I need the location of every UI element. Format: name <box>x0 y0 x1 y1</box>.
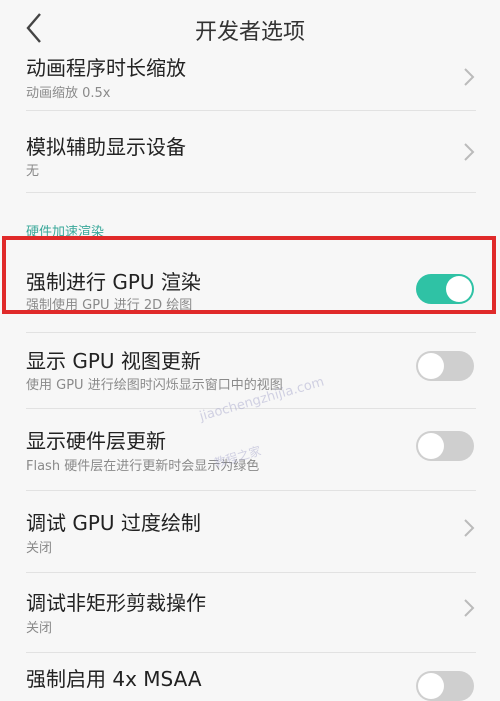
item-title: 显示 GPU 视图更新 <box>26 349 201 373</box>
toggle-switch[interactable] <box>416 351 474 381</box>
toggle-knob <box>418 673 444 699</box>
item-title: 动画程序时长缩放 <box>26 56 186 80</box>
item-subtitle: 关闭 <box>26 541 53 556</box>
chevron-right-icon <box>464 519 475 537</box>
item-subtitle: 使用 GPU 进行绘图时闪烁显示窗口中的视图 <box>26 378 283 393</box>
divider <box>26 192 476 193</box>
item-title: 强制启用 4x MSAA <box>26 667 202 691</box>
chevron-right-icon <box>464 599 475 617</box>
item-subtitle: 无 <box>26 164 40 179</box>
toggle-item-force-4x-msaa[interactable]: 强制启用 4x MSAA <box>0 653 500 701</box>
toggle-knob <box>418 353 444 379</box>
item-subtitle: 动画缩放 0.5x <box>26 86 111 101</box>
highlight-box <box>2 236 496 314</box>
item-title: 调试非矩形剪裁操作 <box>26 591 206 615</box>
toggle-switch[interactable] <box>416 671 474 701</box>
item-title: 调试 GPU 过度绘制 <box>26 511 201 535</box>
toggle-switch[interactable] <box>416 431 474 461</box>
chevron-right-icon <box>464 68 475 86</box>
list-item-debug-gpu-overdraw[interactable]: 调试 GPU 过度绘制 关闭 <box>0 491 500 571</box>
item-subtitle: 关闭 <box>26 621 53 636</box>
item-title: 显示硬件层更新 <box>26 429 166 453</box>
list-item-simulate-secondary-display[interactable]: 模拟辅助显示设备 无 <box>0 111 500 191</box>
item-title: 模拟辅助显示设备 <box>26 135 186 159</box>
list-item-debug-non-rect-clip[interactable]: 调试非矩形剪裁操作 关闭 <box>0 573 500 653</box>
list-item-animator-duration-scale[interactable]: 动画程序时长缩放 动画缩放 0.5x <box>0 44 500 116</box>
page-title: 开发者选项 <box>194 20 305 45</box>
chevron-right-icon <box>464 143 475 161</box>
toggle-knob <box>418 433 444 459</box>
